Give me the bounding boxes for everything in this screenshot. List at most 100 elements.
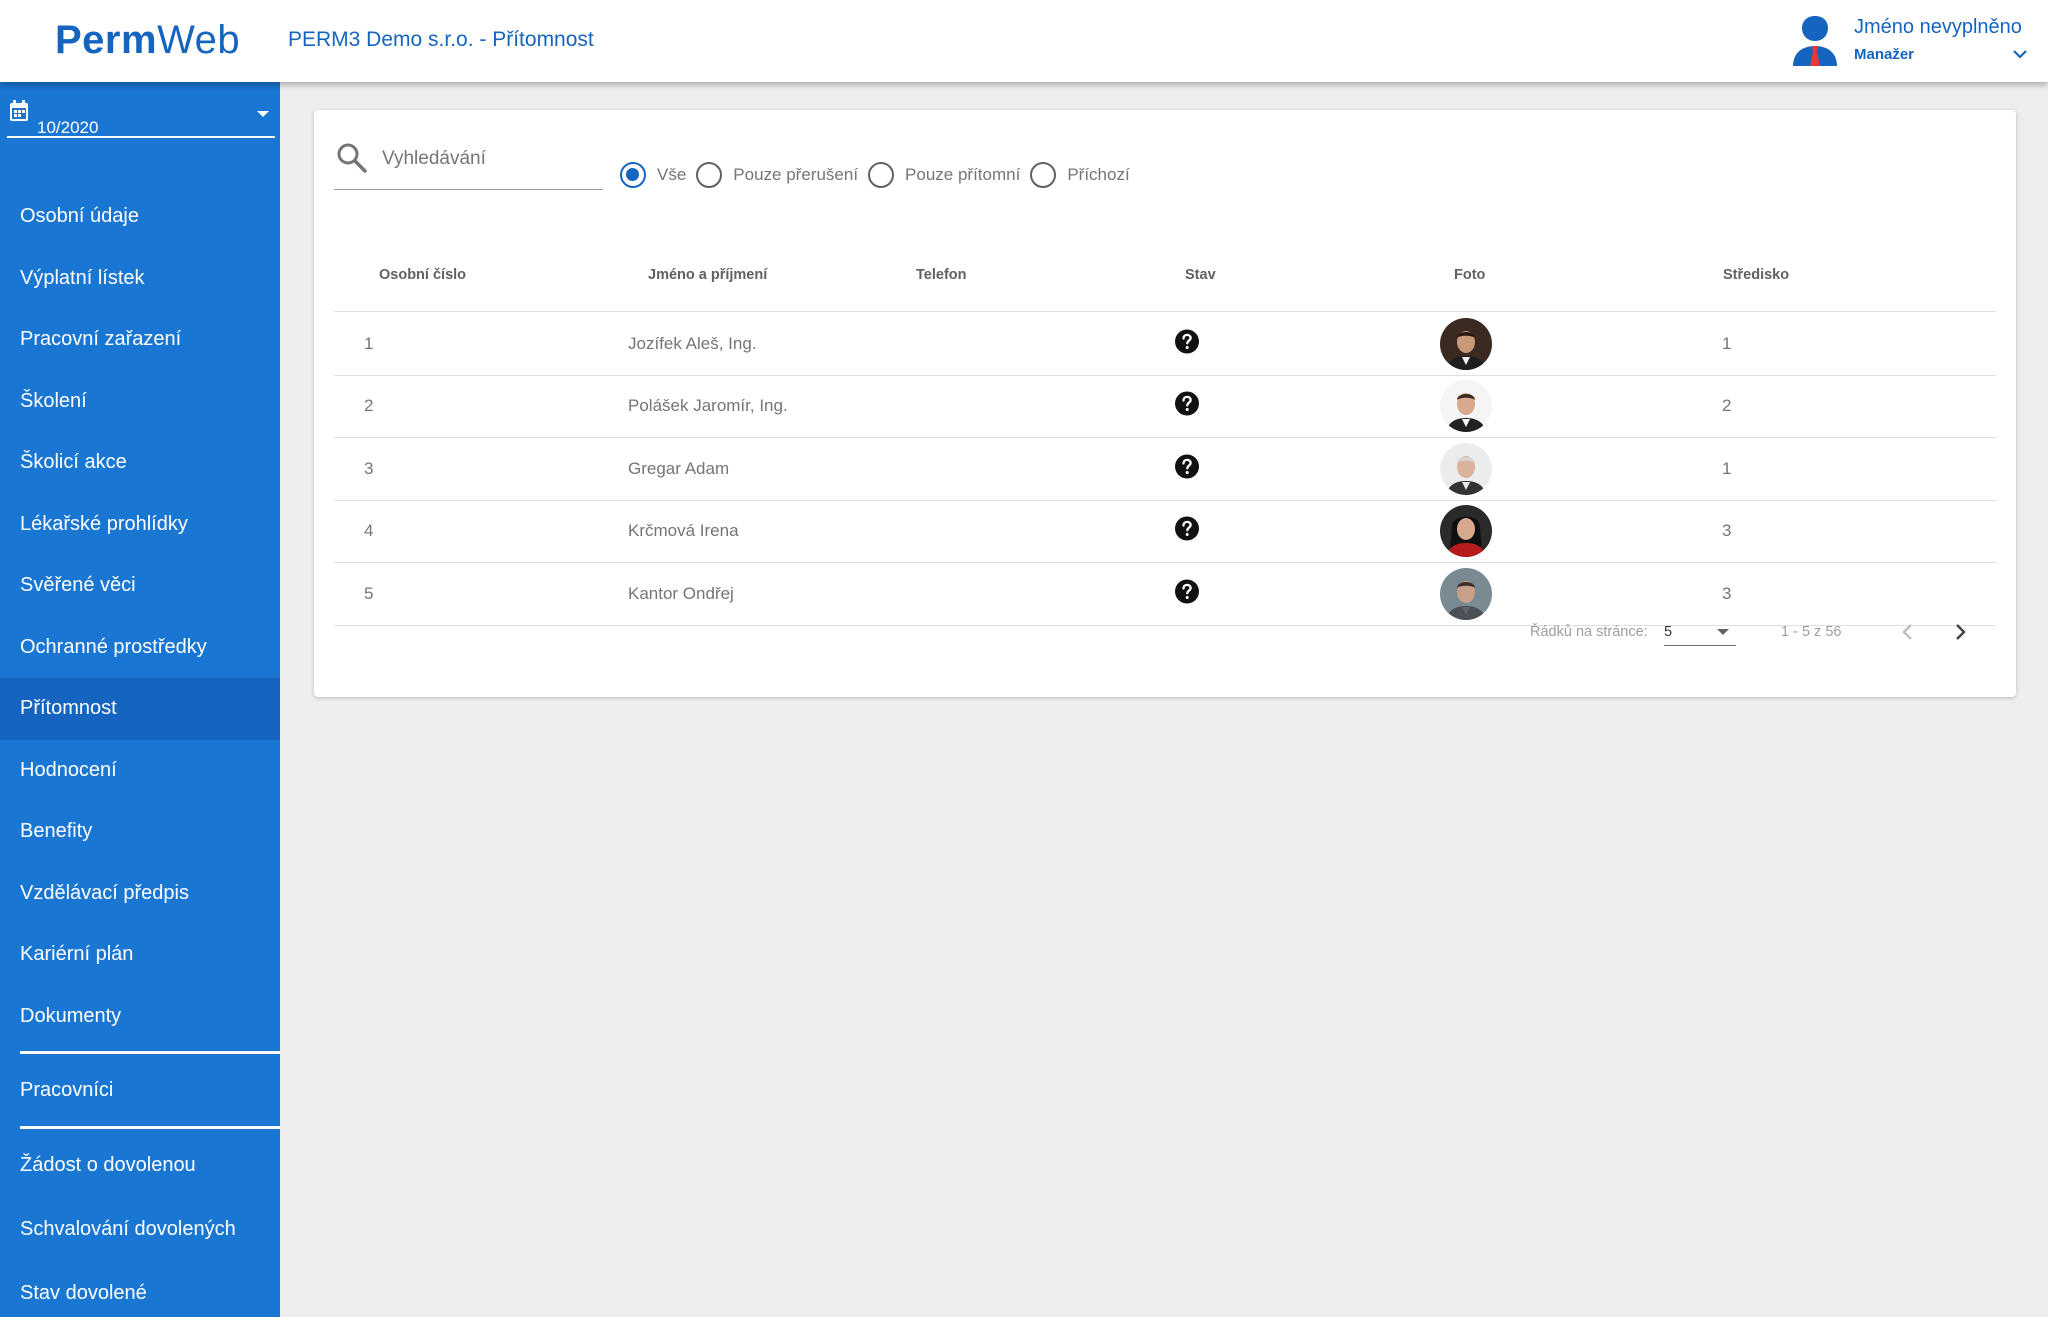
attendance-card: Vše Pouze přerušení Pouze přítomní Příchozí… (314, 110, 2016, 697)
search-field[interactable] (334, 138, 603, 190)
help-icon[interactable] (1174, 516, 1200, 542)
sidebar-item[interactable]: Benefity (0, 801, 280, 863)
sidebar-item[interactable]: Školení (0, 371, 280, 433)
sidebar-item[interactable]: Stav dovolené (0, 1261, 280, 1317)
caret-down-icon (1717, 629, 1729, 635)
radio-unchecked-icon (868, 162, 895, 188)
logo-bold-text: Perm (55, 18, 158, 62)
user-role: Manažer (1854, 46, 1915, 63)
column-header-photo[interactable]: Foto (1454, 267, 1485, 283)
sidebar-item[interactable]: Svěřené věci (0, 555, 280, 617)
table-header: Osobní číslo Jméno a příjmení Telefon St… (334, 247, 1996, 312)
column-header-phone[interactable]: Telefon (916, 267, 966, 283)
sidebar-item[interactable]: Pracovníci (0, 1058, 280, 1122)
table-row[interactable]: 3 Gregar Adam 1 (334, 438, 1996, 501)
filter-radio[interactable]: Příchozí (1030, 162, 1130, 188)
sidebar-item[interactable]: Hodnocení (0, 740, 280, 802)
sidebar-nav: Osobní údaje Výplatní lístek Pracovní zařa… (0, 186, 280, 1317)
help-icon[interactable] (1174, 391, 1200, 417)
calendar-icon (10, 100, 28, 121)
table-row[interactable]: 1 Jozífek Aleš, Ing. 1 (334, 313, 1996, 376)
cell-id: 4 (364, 521, 374, 541)
filter-radio-label: Pouze přerušení (733, 165, 859, 184)
status-cell (1174, 328, 1200, 359)
cell-name: Jozífek Aleš, Ing. (628, 333, 757, 353)
logo-light-text: Web (157, 18, 241, 62)
cell-center: 1 (1722, 333, 1732, 353)
status-cell (1174, 391, 1200, 422)
sidebar-divider (20, 1126, 280, 1129)
filter-radio-label: Vše (657, 165, 687, 184)
period-select[interactable]: 10/2020 (7, 98, 275, 138)
employee-photo (1440, 567, 1492, 620)
cell-center: 2 (1722, 396, 1732, 416)
filter-radio-label: Příchozí (1067, 165, 1130, 184)
sidebar-item[interactable]: Vzdělávací předpis (0, 863, 280, 925)
user-avatar-icon (1793, 16, 1837, 66)
sidebar-item[interactable]: Pracovní zařazení (0, 309, 280, 371)
cell-center: 3 (1722, 521, 1732, 541)
rows-per-page-label: Řádků na stránce: (1530, 624, 1648, 640)
cell-id: 3 (364, 458, 374, 478)
period-value: 10/2020 (37, 118, 99, 137)
search-icon (337, 143, 367, 173)
caret-down-icon (257, 111, 269, 117)
help-icon[interactable] (1174, 328, 1200, 354)
help-icon[interactable] (1174, 453, 1200, 479)
rows-per-page-select[interactable]: 5 (1664, 620, 1736, 646)
radio-checked-icon (620, 162, 646, 188)
chevron-down-icon[interactable] (2010, 44, 2030, 64)
cell-id: 2 (364, 396, 374, 416)
table-body: 1 Jozífek Aleš, Ing. 1 2 Polášek Jaromír, In… (334, 313, 1996, 626)
chevron-right-icon[interactable] (1946, 618, 1974, 646)
table-row[interactable]: 4 Krčmová Irena 3 (334, 501, 1996, 563)
cell-center: 1 (1722, 458, 1732, 478)
employee-photo (1440, 442, 1492, 495)
sidebar-item[interactable]: Přítomnost (0, 678, 280, 740)
sidebar-item[interactable]: Osobní údaje (0, 186, 280, 248)
logo[interactable]: PermWeb (55, 18, 240, 63)
filter-radio[interactable]: Pouze přerušení (696, 162, 858, 188)
cell-name: Krčmová Irena (628, 521, 739, 541)
filter-radio[interactable]: Pouze přítomní (868, 162, 1020, 188)
cell-name: Gregar Adam (628, 458, 730, 478)
filter-radio-group: Vše Pouze přerušení Pouze přítomní Příchozí (620, 160, 1140, 190)
column-header-id[interactable]: Osobní číslo (379, 267, 466, 283)
radio-unchecked-icon (1030, 162, 1057, 188)
employee-photo (1440, 317, 1492, 370)
chevron-left-icon[interactable] (1894, 618, 1922, 646)
status-cell (1174, 516, 1200, 547)
sidebar-item[interactable]: Dokumenty (0, 986, 280, 1048)
user-menu[interactable]: Jméno nevyplněno Manažer (1790, 12, 2030, 70)
rows-per-page-value: 5 (1664, 624, 1673, 640)
help-icon[interactable] (1174, 578, 1200, 604)
filter-radio-label: Pouze přítomní (905, 165, 1021, 184)
search-input[interactable] (382, 144, 597, 174)
column-header-center[interactable]: Středisko (1723, 267, 1789, 283)
sidebar-item[interactable]: Ochranné prostředky (0, 617, 280, 679)
filter-radio[interactable]: Vše (620, 162, 686, 188)
pagination-range: 1 - 5 z 56 (1781, 624, 1842, 640)
page-title: PERM3 Demo s.r.o. - Přítomnost (288, 28, 594, 51)
sidebar-item[interactable]: Schvalování dovolených (0, 1197, 280, 1261)
table-row[interactable]: 5 Kantor Ondřej 3 (334, 563, 1996, 626)
user-name: Jméno nevyplněno (1854, 16, 2022, 38)
sidebar-item[interactable]: Školicí akce (0, 432, 280, 494)
status-cell (1174, 578, 1200, 609)
column-header-name[interactable]: Jméno a příjmení (648, 267, 767, 283)
status-cell (1174, 453, 1200, 484)
sidebar-item[interactable]: Kariérní plán (0, 924, 280, 986)
employee-photo (1440, 380, 1492, 433)
sidebar-item[interactable]: Žádost o dovolenou (0, 1133, 280, 1197)
sidebar-divider (20, 1051, 280, 1054)
sidebar: 10/2020 Osobní údaje Výplatní lístek Praco… (0, 82, 280, 1317)
cell-name: Kantor Ondřej (628, 583, 734, 603)
app-header: PermWeb PERM3 Demo s.r.o. - Přítomnost J… (0, 0, 2048, 82)
cell-id: 5 (364, 583, 374, 603)
cell-name: Polášek Jaromír, Ing. (628, 396, 788, 416)
sidebar-item[interactable]: Lékařské prohlídky (0, 494, 280, 556)
table-row[interactable]: 2 Polášek Jaromír, Ing. 2 (334, 376, 1996, 438)
radio-unchecked-icon (696, 162, 723, 188)
sidebar-item[interactable]: Výplatní lístek (0, 248, 280, 310)
column-header-status[interactable]: Stav (1185, 267, 1216, 283)
